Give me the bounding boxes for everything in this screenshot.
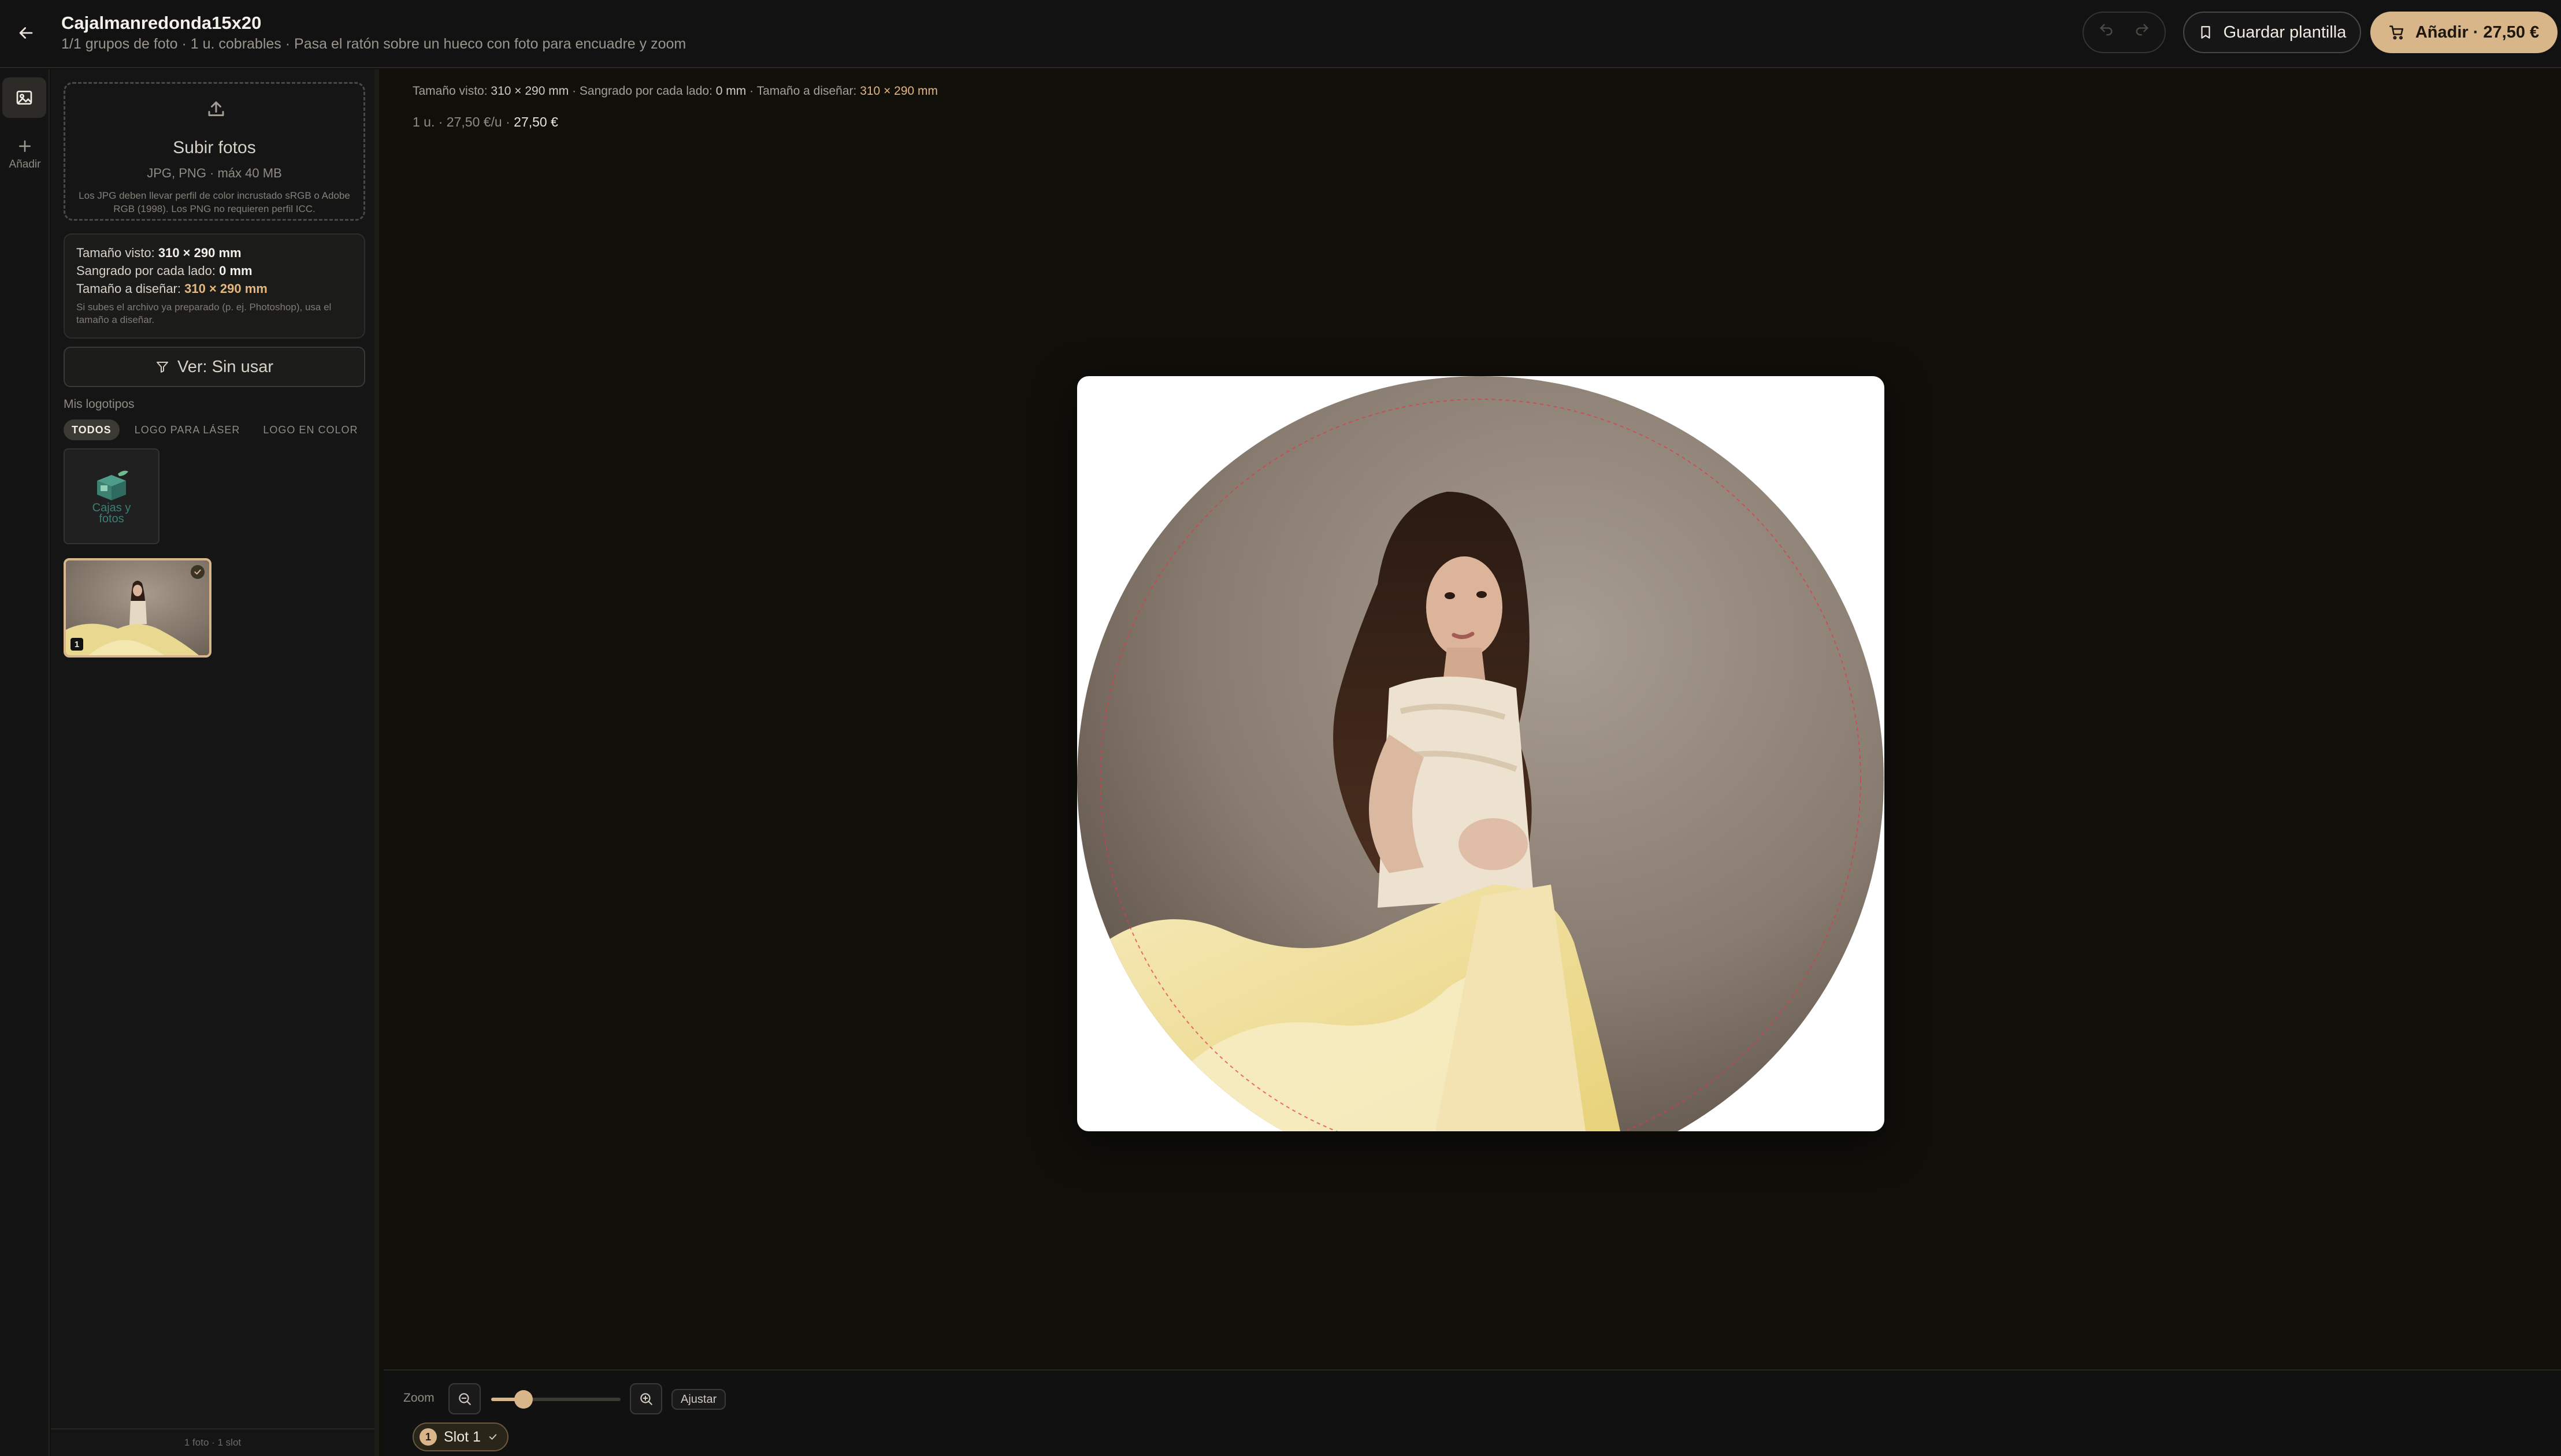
upload-dropzone[interactable]: Subir fotos JPG, PNG · máx 40 MB Los JPG… bbox=[64, 82, 365, 221]
main-bleed-label: Sangrado por cada lado: bbox=[579, 84, 712, 98]
size-hint: Si subes el archivo ya preparado (p. ej.… bbox=[76, 302, 332, 325]
zoom-in-icon bbox=[640, 1393, 652, 1405]
bleed-value: 0 mm bbox=[219, 263, 253, 278]
filter-unused-button[interactable]: Ver: Sin usar bbox=[64, 347, 365, 387]
design-canvas[interactable] bbox=[1077, 376, 1884, 1131]
photo-thumbnail-image bbox=[66, 560, 209, 655]
rail-add-label: Añadir bbox=[9, 158, 41, 170]
zoom-slider-handle[interactable] bbox=[514, 1390, 533, 1409]
price-total: 27,50 € bbox=[514, 114, 558, 129]
main-price-line: 1 u. · 27,50 €/u · 27,50 € bbox=[413, 114, 558, 130]
sidebar-footer: 1 foto · 1 slot bbox=[51, 1428, 374, 1456]
used-check-badge bbox=[191, 565, 205, 579]
add-to-cart-button[interactable]: Añadir · 27,50 € bbox=[2370, 12, 2558, 53]
add-to-cart-label: Añadir · 27,50 € bbox=[2415, 23, 2540, 42]
bleed-label: Sangrado por cada lado: bbox=[76, 263, 216, 278]
size-info-card: Tamaño visto: 310 × 290 mm Sangrado por … bbox=[64, 233, 365, 339]
arrow-left-icon bbox=[19, 27, 33, 39]
main-seen-label: Tamaño visto: bbox=[413, 84, 488, 98]
undo-button[interactable] bbox=[2098, 22, 2114, 43]
upload-formats: JPG, PNG · máx 40 MB bbox=[147, 166, 282, 180]
zoom-label: Zoom bbox=[403, 1391, 435, 1405]
slot-chip[interactable]: 1 Slot 1 bbox=[413, 1422, 509, 1451]
zoom-out-button[interactable] bbox=[448, 1383, 481, 1414]
seen-size-value: 310 × 290 mm bbox=[158, 246, 242, 260]
fit-button[interactable]: Ajustar bbox=[671, 1389, 726, 1410]
upload-note: Los JPG deben llevar perfil de color inc… bbox=[79, 190, 350, 214]
zoom-out-icon bbox=[459, 1393, 471, 1405]
filter-label: Ver: Sin usar bbox=[177, 357, 274, 376]
main-size-info: Tamaño visto: 310 × 290 mm · Sangrado po… bbox=[413, 84, 938, 98]
slot-label: Slot 1 bbox=[444, 1428, 481, 1445]
rail-photos-button[interactable] bbox=[2, 77, 46, 118]
tool-rail: Añadir bbox=[0, 69, 50, 1456]
cart-icon bbox=[2389, 25, 2403, 40]
undo-icon bbox=[2100, 24, 2113, 36]
bleed-line: Sangrado por cada lado: 0 mm bbox=[76, 262, 352, 280]
image-icon bbox=[16, 91, 32, 105]
tab-todos[interactable]: TODOS bbox=[64, 419, 120, 440]
redo-icon bbox=[2136, 24, 2148, 36]
design-size-value: 310 × 290 mm bbox=[184, 281, 268, 296]
price-prefix: 1 u. · 27,50 €/u · bbox=[413, 114, 510, 129]
slot-number: 1 bbox=[420, 1428, 437, 1446]
check-icon bbox=[489, 1434, 497, 1440]
upload-title: Subir fotos bbox=[173, 138, 256, 157]
design-size-label: Tamaño a diseñar: bbox=[76, 281, 181, 296]
check-icon bbox=[194, 569, 201, 575]
bottom-toolbar: Zoom Ajustar 1 Slot 1 bbox=[384, 1369, 2561, 1456]
back-button[interactable] bbox=[13, 20, 39, 46]
save-template-button[interactable]: Guardar plantilla bbox=[2183, 12, 2361, 53]
page-subtitle: 1/1 grupos de foto · 1 u. cobrables · Pa… bbox=[61, 36, 686, 52]
box-logo-icon bbox=[97, 470, 128, 500]
main-design-label: Tamaño a diseñar: bbox=[756, 84, 857, 98]
top-bar: Cajalmanredonda15x20 1/1 grupos de foto … bbox=[0, 0, 2561, 68]
plus-icon bbox=[19, 140, 31, 152]
seen-size-label: Tamaño visto: bbox=[76, 246, 155, 260]
upload-icon bbox=[208, 101, 224, 116]
tab-logo-laser[interactable]: LOGO PARA LÁSER bbox=[127, 419, 248, 440]
round-photo-slot[interactable] bbox=[1077, 376, 1884, 1131]
main-bleed-value: 0 mm bbox=[715, 84, 747, 98]
logo-text-line-2: fotos bbox=[99, 512, 124, 525]
redo-button[interactable] bbox=[2134, 22, 2150, 43]
logo-tabs: TODOS LOGO PARA LÁSER LOGO EN COLOR bbox=[64, 419, 366, 440]
design-size-line: Tamaño a diseñar: 310 × 290 mm bbox=[76, 280, 352, 298]
save-template-label: Guardar plantilla bbox=[2223, 23, 2347, 42]
page-title: Cajalmanredonda15x20 bbox=[61, 13, 262, 33]
logo-thumbnail[interactable]: Cajas y fotos bbox=[64, 448, 159, 544]
main-seen-value: 310 × 290 mm bbox=[491, 84, 569, 98]
main-design-value: 310 × 290 mm bbox=[860, 84, 938, 98]
seen-size-line: Tamaño visto: 310 × 290 mm bbox=[76, 244, 352, 262]
zoom-slider[interactable] bbox=[491, 1390, 621, 1409]
zoom-in-button[interactable] bbox=[630, 1383, 662, 1414]
filter-icon bbox=[156, 362, 168, 373]
logos-section-label: Mis logotipos bbox=[64, 398, 135, 411]
photo-content bbox=[1077, 376, 1884, 1131]
undo-redo-group bbox=[2083, 12, 2166, 53]
photo-count-badge: 1 bbox=[70, 638, 83, 651]
tab-logo-color[interactable]: LOGO EN COLOR bbox=[255, 419, 366, 440]
photo-thumbnail[interactable]: 1 bbox=[64, 558, 211, 658]
rail-add-button[interactable]: Añadir bbox=[0, 138, 50, 190]
bookmark-icon bbox=[2201, 26, 2210, 39]
photos-sidebar: Subir fotos JPG, PNG · máx 40 MB Los JPG… bbox=[51, 69, 379, 1456]
